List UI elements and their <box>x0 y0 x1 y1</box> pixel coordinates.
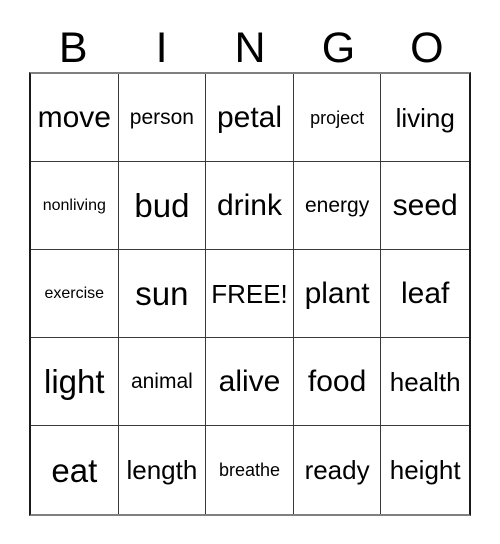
bingo-cell[interactable]: person <box>118 74 207 162</box>
bingo-cell-label: bud <box>134 187 190 224</box>
bingo-cell[interactable]: sun <box>118 250 207 338</box>
bingo-cell[interactable]: drink <box>206 162 294 250</box>
bingo-cell-label: nonliving <box>42 196 106 214</box>
bingo-cell[interactable]: ready <box>293 426 382 514</box>
bingo-cell-label: alive <box>218 364 281 398</box>
bingo-cell[interactable]: light <box>31 338 119 426</box>
bingo-cell-label: health <box>389 366 461 397</box>
bingo-cell-label: energy <box>304 194 370 217</box>
bingo-grid: move person petal project living nonlivi… <box>29 72 471 516</box>
bingo-header-letter-g: G <box>321 24 356 72</box>
bingo-cell[interactable]: petal <box>206 74 294 162</box>
bingo-header-letter-o: O <box>410 24 444 72</box>
bingo-cell-label: move <box>37 100 111 134</box>
bingo-cell[interactable]: nonliving <box>31 162 119 250</box>
bingo-cell-label: living <box>395 102 455 133</box>
bingo-cell[interactable]: eat <box>31 426 119 514</box>
bingo-free-space[interactable]: FREE! <box>206 250 294 338</box>
bingo-cell[interactable]: breathe <box>206 426 294 514</box>
bingo-cell-label: height <box>389 455 461 485</box>
bingo-header-letter-n: N <box>234 24 266 72</box>
bingo-cell-label: food <box>307 364 367 398</box>
bingo-cell[interactable]: seed <box>381 162 469 250</box>
bingo-header-letter-i: I <box>155 24 168 72</box>
bingo-cell-label: animal <box>130 370 193 393</box>
bingo-cell[interactable]: exercise <box>31 250 119 338</box>
bingo-cell[interactable]: alive <box>206 338 294 426</box>
bingo-cell[interactable]: health <box>381 338 469 426</box>
bingo-cell[interactable]: project <box>293 74 382 162</box>
bingo-cell[interactable]: energy <box>293 162 382 250</box>
bingo-cell[interactable]: bud <box>118 162 207 250</box>
bingo-header-row: B I N G O <box>29 16 471 72</box>
bingo-header-letter-b: B <box>58 24 88 72</box>
bingo-cell-label: person <box>129 106 194 129</box>
bingo-cell[interactable]: move <box>31 74 119 162</box>
bingo-cell[interactable]: food <box>293 338 382 426</box>
bingo-cell-label: breathe <box>218 460 281 480</box>
bingo-cell-label: sun <box>135 275 189 312</box>
bingo-cell-label: plant <box>304 276 370 310</box>
bingo-cell[interactable]: leaf <box>381 250 469 338</box>
bingo-cell-label: drink <box>216 188 282 222</box>
bingo-cell[interactable]: length <box>118 426 207 514</box>
bingo-cell-label: leaf <box>401 276 450 310</box>
bingo-cell-label: petal <box>216 100 283 134</box>
bingo-cell[interactable]: height <box>381 426 469 514</box>
bingo-cell-label: project <box>310 107 365 128</box>
bingo-cell-label: exercise <box>44 284 105 302</box>
bingo-cell[interactable]: plant <box>293 250 382 338</box>
bingo-cell[interactable]: living <box>381 74 469 162</box>
bingo-cell-label: light <box>44 363 105 400</box>
bingo-card: B I N G O move person petal project livi… <box>0 0 500 544</box>
bingo-cell-label: ready <box>304 455 370 485</box>
bingo-free-space-label: FREE! <box>211 278 288 309</box>
bingo-cell-label: length <box>126 455 198 485</box>
bingo-cell-label: eat <box>51 451 98 489</box>
bingo-cell[interactable]: animal <box>118 338 207 426</box>
bingo-cell-label: seed <box>392 188 458 222</box>
